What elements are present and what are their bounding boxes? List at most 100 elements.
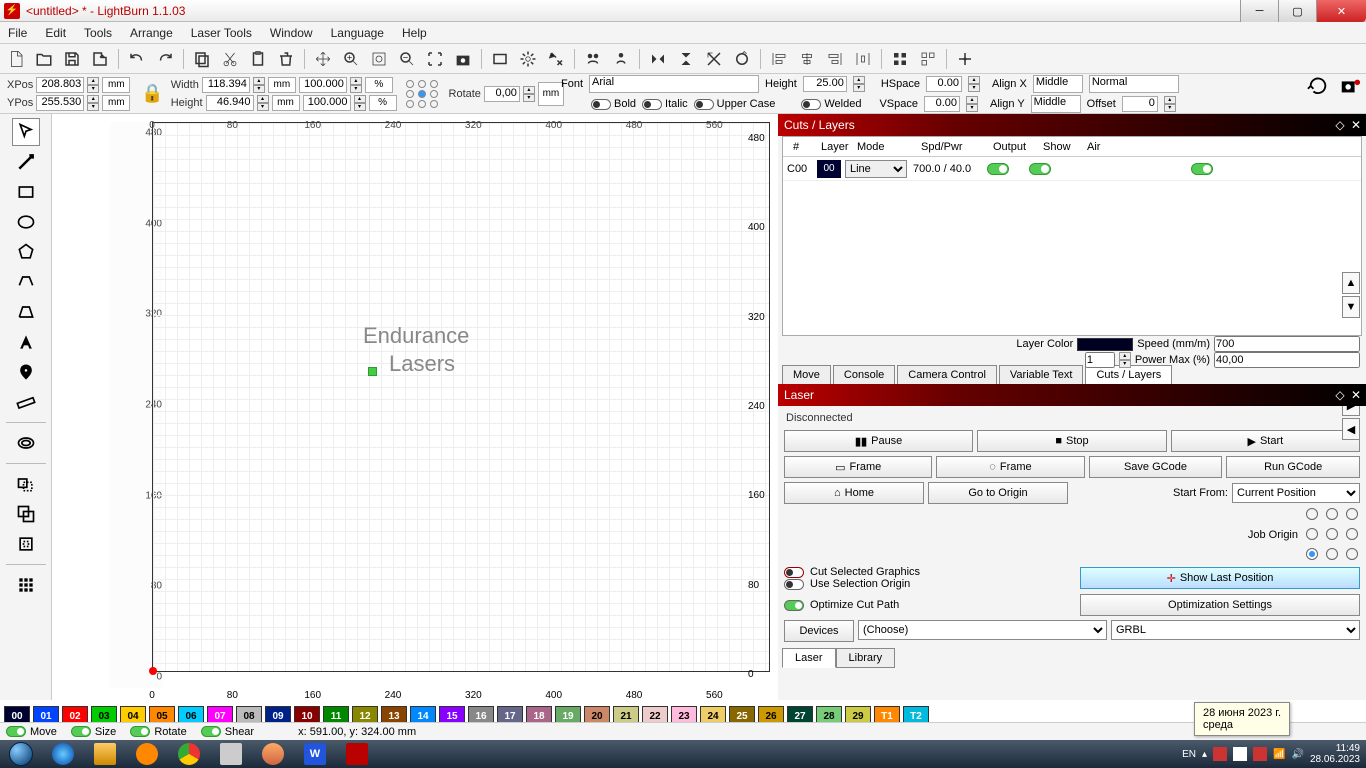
laser-panel-header[interactable]: Laser ◇✕ [778, 384, 1366, 406]
zoom-out-icon[interactable] [395, 47, 419, 71]
tray-clock[interactable]: 11:49 28.06.2023 [1310, 743, 1360, 765]
distribute-icon[interactable] [851, 47, 875, 71]
select-tool-icon[interactable] [12, 118, 40, 146]
pan-icon[interactable] [311, 47, 335, 71]
show-toggle[interactable] [1029, 163, 1051, 175]
canvas-text-line2[interactable]: Lasers [389, 351, 455, 377]
rotate-icon[interactable] [730, 47, 754, 71]
device-select[interactable]: (Choose) [858, 620, 1107, 640]
cuts-panel-header[interactable]: Cuts / Layers ◇✕ [778, 114, 1366, 136]
tray-volume-icon[interactable]: 🔊 [1291, 749, 1303, 760]
edit-nodes-tool-icon[interactable] [12, 268, 40, 296]
open-icon[interactable] [32, 47, 56, 71]
menu-window[interactable]: Window [270, 26, 313, 40]
camera-icon[interactable] [451, 47, 475, 71]
bold-toggle[interactable] [591, 99, 611, 110]
mirror-v-icon[interactable] [674, 47, 698, 71]
font-select[interactable]: Arial [589, 75, 759, 93]
taskbar-media-icon[interactable] [126, 740, 168, 768]
copy-icon[interactable] [190, 47, 214, 71]
run-gcode-button[interactable]: Run GCode [1226, 456, 1360, 478]
height-pct[interactable]: 100.000 [303, 95, 351, 111]
rotate-toggle[interactable] [130, 726, 150, 737]
frame-rubber-button[interactable]: ◌Frame [936, 456, 1084, 478]
align-left-icon[interactable] [767, 47, 791, 71]
menu-edit[interactable]: Edit [45, 26, 66, 40]
rectangle-tool-icon[interactable] [12, 178, 40, 206]
taskbar-chrome-icon[interactable] [168, 740, 210, 768]
draw-line-tool-icon[interactable] [12, 148, 40, 176]
pause-button[interactable]: ▮▮Pause [784, 430, 973, 452]
aligny-select[interactable]: Middle [1031, 95, 1081, 113]
optimize-cut-toggle[interactable] [784, 600, 804, 611]
bezier-tool-icon[interactable] [12, 298, 40, 326]
taskbar-snip-icon[interactable] [210, 740, 252, 768]
xpos-input[interactable]: 208.803 [36, 77, 84, 93]
dock-icon[interactable] [953, 47, 977, 71]
taskbar-lightburn-icon[interactable] [336, 740, 378, 768]
ypos-input[interactable]: 255.530 [36, 95, 84, 111]
layer-up-button[interactable]: ▲ [1342, 272, 1360, 294]
taskbar-ie-icon[interactable] [42, 740, 84, 768]
height-input[interactable]: 46.940 [206, 95, 254, 111]
refresh-icon[interactable] [1306, 74, 1330, 98]
panel-close-icon[interactable]: ✕ [1350, 119, 1362, 131]
tray-wifi-icon[interactable]: 📶 [1273, 749, 1285, 760]
upper-toggle[interactable] [694, 99, 714, 110]
frame-button[interactable]: ▭Frame [784, 456, 932, 478]
array-grid-icon[interactable] [888, 47, 912, 71]
layer-color-swatch[interactable]: 00 [817, 160, 841, 178]
weld-tool-icon[interactable] [12, 470, 40, 498]
canvas-text-line1[interactable]: Endurance [363, 323, 469, 349]
save-icon[interactable] [60, 47, 84, 71]
optimization-settings-button[interactable]: Optimization Settings [1080, 594, 1360, 616]
anchor-grid[interactable] [400, 80, 446, 108]
taskbar-paint-icon[interactable] [252, 740, 294, 768]
devices-button[interactable]: Devices [784, 620, 854, 642]
marker-tool-icon[interactable] [12, 358, 40, 386]
canvas-area[interactable]: 480 400 320 240 160 80 0 Endurance Laser… [52, 114, 778, 700]
tray-chevron-icon[interactable]: ▴ [1202, 749, 1207, 760]
goto-origin-button[interactable]: Go to Origin [928, 482, 1068, 504]
cuts-row[interactable]: C00 00 Line 700.0 / 40.0 [783, 157, 1361, 181]
save-gcode-button[interactable]: Save GCode [1089, 456, 1223, 478]
home-button[interactable]: ⌂Home [784, 482, 924, 504]
job-origin-grid[interactable] [1306, 508, 1360, 562]
tray-network-icon[interactable] [1233, 747, 1247, 761]
cut-selected-toggle[interactable] [784, 567, 804, 578]
rotate-input[interactable]: 0,00 [484, 86, 520, 102]
grid-array-tool-icon[interactable] [12, 571, 40, 599]
width-pct[interactable]: 100.000 [299, 77, 347, 93]
ellipse-tool-icon[interactable] [12, 208, 40, 236]
alignx-select[interactable]: Middle [1033, 75, 1083, 93]
cut-icon[interactable] [218, 47, 242, 71]
array-circular-icon[interactable] [916, 47, 940, 71]
tab-camera-control[interactable]: Camera Control [897, 365, 997, 384]
font-height[interactable]: 25.00 [803, 76, 847, 92]
menu-laser-tools[interactable]: Laser Tools [191, 26, 252, 40]
ungroup-icon[interactable] [609, 47, 633, 71]
welded-toggle[interactable] [801, 99, 821, 110]
show-last-position-button[interactable]: ✛Show Last Position [1080, 567, 1360, 589]
width-input[interactable]: 118.394 [202, 77, 250, 93]
menu-help[interactable]: Help [402, 26, 427, 40]
shear-toggle[interactable] [201, 726, 221, 737]
move-toggle[interactable] [6, 726, 26, 737]
air-toggle[interactable] [1191, 163, 1213, 175]
panel-pin-icon[interactable]: ◇ [1334, 389, 1346, 401]
menu-tools[interactable]: Tools [84, 26, 112, 40]
new-icon[interactable] [4, 47, 28, 71]
mode-select[interactable]: Line [845, 160, 907, 178]
tray-flag-icon[interactable] [1213, 747, 1227, 761]
undo-icon[interactable] [125, 47, 149, 71]
panel-pin-icon[interactable]: ◇ [1334, 119, 1346, 131]
power-input[interactable] [1214, 352, 1360, 368]
tab-move[interactable]: Move [782, 365, 831, 384]
start-button[interactable]: ▶Start [1171, 430, 1360, 452]
offset-tool-icon[interactable] [12, 429, 40, 457]
delete-icon[interactable] [274, 47, 298, 71]
menu-file[interactable]: File [8, 26, 27, 40]
import-icon[interactable] [88, 47, 112, 71]
size-toggle[interactable] [71, 726, 91, 737]
hspace-input[interactable]: 0.00 [926, 76, 962, 92]
